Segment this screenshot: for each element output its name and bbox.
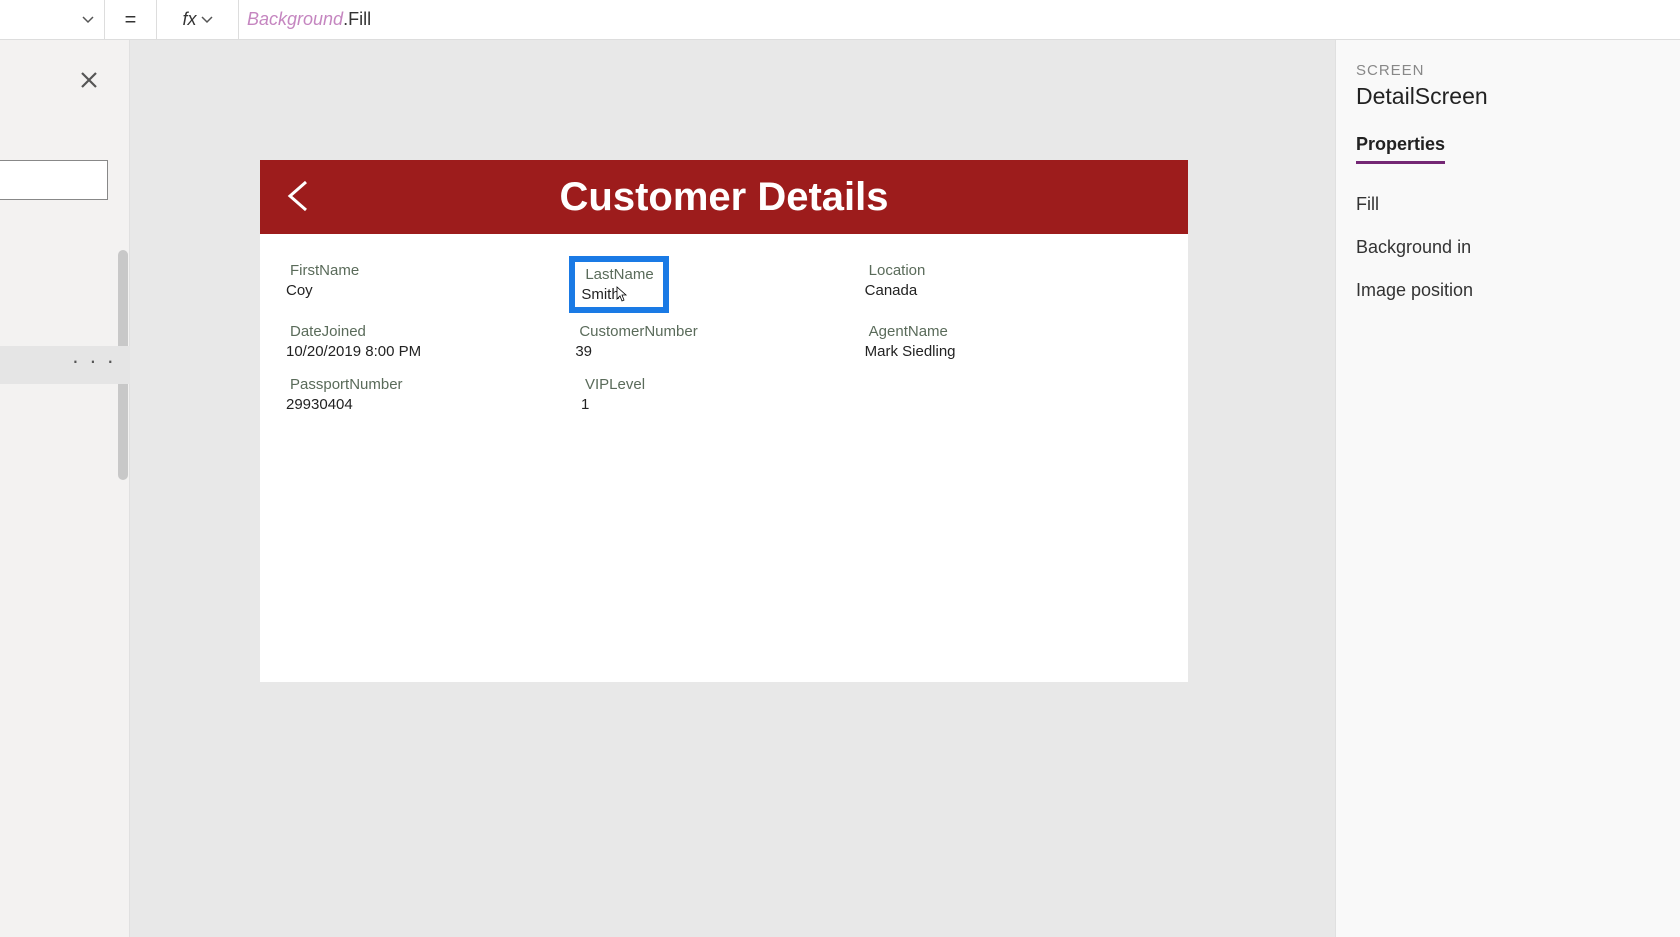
field-value: 39 (575, 343, 868, 360)
app-screen[interactable]: Customer Details FirstName Coy LastName … (260, 160, 1188, 682)
field-value: Canada (865, 282, 1158, 299)
equals-label: = (105, 0, 157, 40)
field-label: CustomerNumber (579, 323, 868, 340)
chevron-down-icon (82, 14, 94, 26)
tree-search-input[interactable] (0, 160, 108, 200)
prop-image-position[interactable]: Image position (1356, 280, 1680, 301)
field-viplevel[interactable]: VIPLevel 1 (585, 372, 880, 417)
field-label: LastName (585, 266, 659, 283)
field-firstname[interactable]: FirstName Coy (290, 258, 579, 311)
formula-input[interactable]: Background.Fill (239, 9, 371, 30)
field-label: AgentName (869, 323, 1158, 340)
property-selector-dropdown[interactable] (0, 0, 105, 40)
close-icon (79, 70, 99, 90)
prop-fill[interactable]: Fill (1356, 194, 1680, 215)
properties-panel: SCREEN DetailScreen Properties Fill Back… (1335, 40, 1680, 937)
field-value: Coy (286, 282, 579, 299)
field-label: DateJoined (290, 323, 579, 340)
properties-tabs: Properties (1356, 134, 1680, 164)
field-value: Smith (581, 286, 659, 303)
more-options-icon[interactable]: · · · (72, 348, 116, 374)
selected-datacard[interactable]: LastName Smith (569, 256, 669, 313)
field-location[interactable]: Location Canada (869, 258, 1158, 311)
field-value: 1 (581, 396, 880, 413)
fx-button[interactable]: fx (157, 0, 239, 40)
app-header: Customer Details (260, 160, 1188, 234)
field-label: FirstName (290, 262, 579, 279)
field-value: 29930404 (286, 396, 585, 413)
field-label: VIPLevel (585, 376, 880, 393)
canvas-area[interactable]: Customer Details FirstName Coy LastName … (130, 40, 1335, 937)
tab-properties[interactable]: Properties (1356, 134, 1445, 164)
object-name: DetailScreen (1356, 83, 1680, 110)
prop-background-image[interactable]: Background in (1356, 237, 1680, 258)
field-datejoined[interactable]: DateJoined 10/20/2019 8:00 PM (290, 319, 579, 364)
field-label: Location (869, 262, 1158, 279)
formula-rest-token: .Fill (343, 9, 371, 30)
property-list: Fill Background in Image position (1356, 194, 1680, 301)
formula-bar: = fx Background.Fill (0, 0, 1680, 40)
field-passportnumber[interactable]: PassportNumber 29930404 (290, 372, 585, 417)
cursor-icon (616, 286, 628, 302)
chevron-down-icon (201, 14, 213, 26)
field-customernumber[interactable]: CustomerNumber 39 (579, 319, 868, 364)
object-type-label: SCREEN (1356, 62, 1680, 79)
field-value: 10/20/2019 8:00 PM (286, 343, 579, 360)
back-arrow-icon (282, 178, 318, 214)
field-value: Mark Siedling (865, 343, 1158, 360)
field-lastname[interactable]: LastName Smith (579, 258, 868, 311)
tree-item-selected[interactable]: · · · (0, 346, 130, 384)
back-button[interactable] (282, 178, 318, 214)
tree-view-panel: · · · rd1 1 rd1 2 l1 3 (0, 40, 130, 937)
field-label: PassportNumber (290, 376, 585, 393)
detail-form: FirstName Coy LastName Smith Location Ca… (260, 234, 1188, 449)
fx-label: fx (182, 9, 196, 30)
screen-title: Customer Details (260, 175, 1188, 220)
field-agentname[interactable]: AgentName Mark Siedling (869, 319, 1158, 364)
formula-property-token: Background (247, 9, 343, 30)
close-panel-button[interactable] (77, 68, 101, 92)
